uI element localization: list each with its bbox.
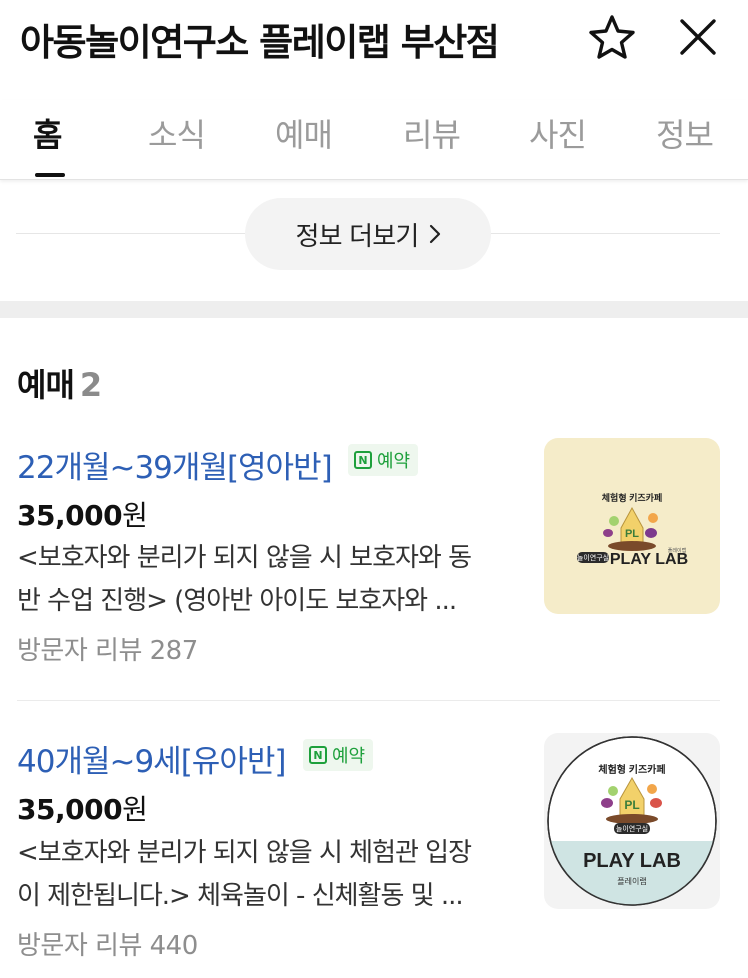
section-title: 예매 2 (17, 360, 102, 406)
page-title: 아동놀이연구소 플레이랩 부산점 (20, 21, 500, 64)
booking-badge-label: 예약 (377, 451, 411, 472)
visitor-review-count: 방문자 리뷰 287 (17, 636, 198, 666)
description-line: <보호자와 분리가 되지 않을 시 보호자와 동 (17, 543, 472, 573)
visitor-review-count: 방문자 리뷰 440 (17, 931, 198, 961)
tab-home[interactable]: 홈 (33, 110, 62, 156)
booking-item-title[interactable]: 22개월~39개월[영아반] (17, 442, 333, 487)
tab-bar: 홈 소식 예매 리뷰 사진 정보 (0, 100, 748, 180)
booking-price: 35,000원 (17, 788, 148, 828)
booking-description: <보호자와 분리가 되지 않을 시 체험관 입장 이 제한됩니다.> 체육놀이 … (17, 832, 517, 918)
item-divider (17, 700, 720, 701)
booking-thumbnail[interactable]: 체험형 키즈카페 PL 놀이연구실 PLAY LAB 플레이랩 (544, 733, 720, 909)
svg-text:PL: PL (625, 528, 639, 540)
tab-info[interactable]: 정보 (656, 110, 714, 156)
logo-small-text: 플레이랩 (668, 547, 687, 554)
logo-top-text: 체험형 키즈카페 (598, 763, 665, 776)
close-button[interactable] (673, 12, 723, 62)
booking-thumbnail[interactable]: 체험형 키즈카페 PL 놀이연구실 PLAY LAB 플레이랩 (544, 438, 720, 614)
booking-badge-label: 예약 (332, 746, 366, 767)
tab-reviews[interactable]: 리뷰 (403, 110, 461, 156)
tab-booking[interactable]: 예매 (275, 110, 333, 156)
more-info-button[interactable]: 정보 더보기 (245, 198, 491, 270)
close-icon (680, 19, 716, 55)
price-currency: 원 (122, 499, 148, 532)
booking-item-title[interactable]: 40개월~9세[유아반] (17, 736, 286, 781)
logo-small-text: 플레이랩 (617, 876, 646, 886)
logo-left-text: 놀이연구실 (577, 553, 609, 562)
section-count: 2 (79, 366, 102, 404)
play-lab-logo: 체험형 키즈카페 PL 놀이연구실 PLAY LAB 플레이랩 (547, 736, 717, 906)
description-line: <보호자와 분리가 되지 않을 시 체험관 입장 (17, 838, 472, 868)
chevron-right-icon (429, 224, 440, 244)
naver-n-icon: N (354, 451, 372, 469)
booking-badge: N 예약 (303, 739, 374, 771)
logo-left-text: 놀이연구실 (616, 824, 648, 833)
logo-main-text: PLAY LAB (583, 850, 681, 872)
tab-news[interactable]: 소식 (148, 110, 206, 156)
tab-photos[interactable]: 사진 (529, 110, 587, 156)
booking-description: <보호자와 분리가 되지 않을 시 보호자와 동 반 수업 진행> (영아반 아… (17, 537, 517, 623)
price-amount: 35,000 (17, 793, 123, 826)
booking-price: 35,000원 (17, 494, 148, 534)
star-outline-icon (589, 15, 635, 59)
active-tab-indicator (35, 173, 65, 177)
logo-top-text: 체험형 키즈카페 (602, 492, 662, 503)
section-divider (0, 301, 748, 318)
description-line: 이 제한됩니다.> 체육놀이 - 신체활동 및 ... (17, 881, 464, 911)
description-line: 반 수업 진행> (영아반 아이도 보호자와 ... (17, 586, 457, 616)
app-header: 아동놀이연구소 플레이랩 부산점 (0, 0, 748, 78)
favorite-button[interactable] (587, 12, 637, 62)
more-info-label: 정보 더보기 (295, 221, 419, 252)
naver-n-icon: N (309, 746, 327, 764)
booking-badge: N 예약 (348, 444, 419, 476)
more-info-row: 정보 더보기 (16, 198, 720, 270)
price-amount: 35,000 (17, 499, 123, 532)
price-currency: 원 (122, 793, 148, 826)
play-lab-logo: 체험형 키즈카페 PL 놀이연구실 PLAY LAB 플레이랩 (577, 492, 688, 568)
section-title-label: 예매 (17, 366, 75, 404)
svg-text:PL: PL (624, 798, 639, 812)
